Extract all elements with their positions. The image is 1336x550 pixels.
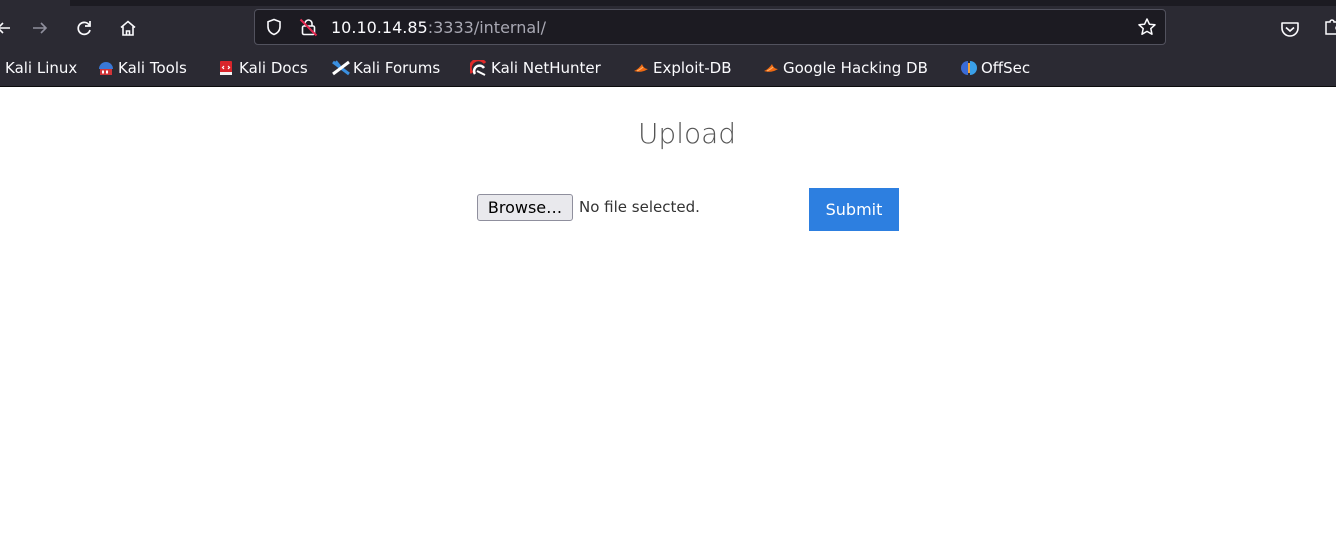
offsec-icon <box>960 60 977 76</box>
pocket-icon[interactable] <box>1280 20 1300 38</box>
bookmark-label: Google Hacking DB <box>783 59 928 77</box>
bookmark-label: Kali NetHunter <box>491 59 601 77</box>
reload-button[interactable] <box>70 14 98 42</box>
url-path: :3333/internal/ <box>427 18 546 37</box>
kali-tools-icon <box>97 60 113 76</box>
bookmark-google-hacking-db[interactable]: Google Hacking DB <box>762 58 928 78</box>
bookmark-kali-docs[interactable]: Kali Docs <box>218 58 308 78</box>
bookmark-kali-forums[interactable]: Kali Forums <box>332 58 440 78</box>
url-host: 10.10.14.85 <box>331 18 428 37</box>
kali-docs-icon <box>218 60 234 76</box>
bookmark-kali-tools[interactable]: Kali Tools <box>97 58 187 78</box>
bookmark-kali-nethunter[interactable]: Kali NetHunter <box>468 58 601 78</box>
bookmark-kali-linux[interactable]: Kali Linux <box>5 58 77 78</box>
bookmark-label: Kali Linux <box>5 59 78 77</box>
shield-icon[interactable] <box>265 18 283 36</box>
google-hacking-db-icon <box>762 60 778 76</box>
exploit-db-icon <box>632 60 648 76</box>
browse-button[interactable]: Browse… <box>477 194 573 221</box>
kali-forums-icon <box>332 60 350 76</box>
bookmark-label: Exploit-DB <box>653 59 732 77</box>
star-icon[interactable] <box>1137 17 1157 37</box>
insecure-lock-icon[interactable] <box>299 17 319 37</box>
browser-chrome: 10.10.14.85:3333/internal/ Kali Linux Ka… <box>0 0 1336 87</box>
arrow-left-icon <box>0 22 10 34</box>
navigation-toolbar: 10.10.14.85:3333/internal/ <box>0 6 1336 48</box>
page-content: Upload Browse… No file selected. Submit <box>0 87 1336 550</box>
bookmark-label: Kali Docs <box>239 59 308 77</box>
page-title: Upload <box>637 117 737 150</box>
home-button[interactable] <box>114 14 142 42</box>
kali-nethunter-icon <box>468 58 487 76</box>
bookmark-label: Kali Tools <box>118 59 187 77</box>
arrow-right-icon <box>33 22 48 34</box>
home-icon <box>120 20 136 36</box>
back-button[interactable] <box>0 14 18 42</box>
puzzle-icon[interactable] <box>1324 18 1336 38</box>
url-text[interactable]: 10.10.14.85:3333/internal/ <box>331 18 546 38</box>
bookmark-exploit-db[interactable]: Exploit-DB <box>632 58 732 78</box>
submit-button[interactable]: Submit <box>809 188 899 231</box>
address-bar[interactable]: 10.10.14.85:3333/internal/ <box>254 9 1166 45</box>
reload-icon <box>77 21 91 36</box>
bookmark-label: OffSec <box>981 59 1031 77</box>
file-status: No file selected. <box>579 198 700 216</box>
forward-button[interactable] <box>26 14 54 42</box>
bookmarks-toolbar: Kali Linux Kali Tools Kali Docs Kali For… <box>0 50 1336 86</box>
bookmark-label: Kali Forums <box>353 59 441 77</box>
bookmark-offsec[interactable]: OffSec <box>960 58 1030 78</box>
